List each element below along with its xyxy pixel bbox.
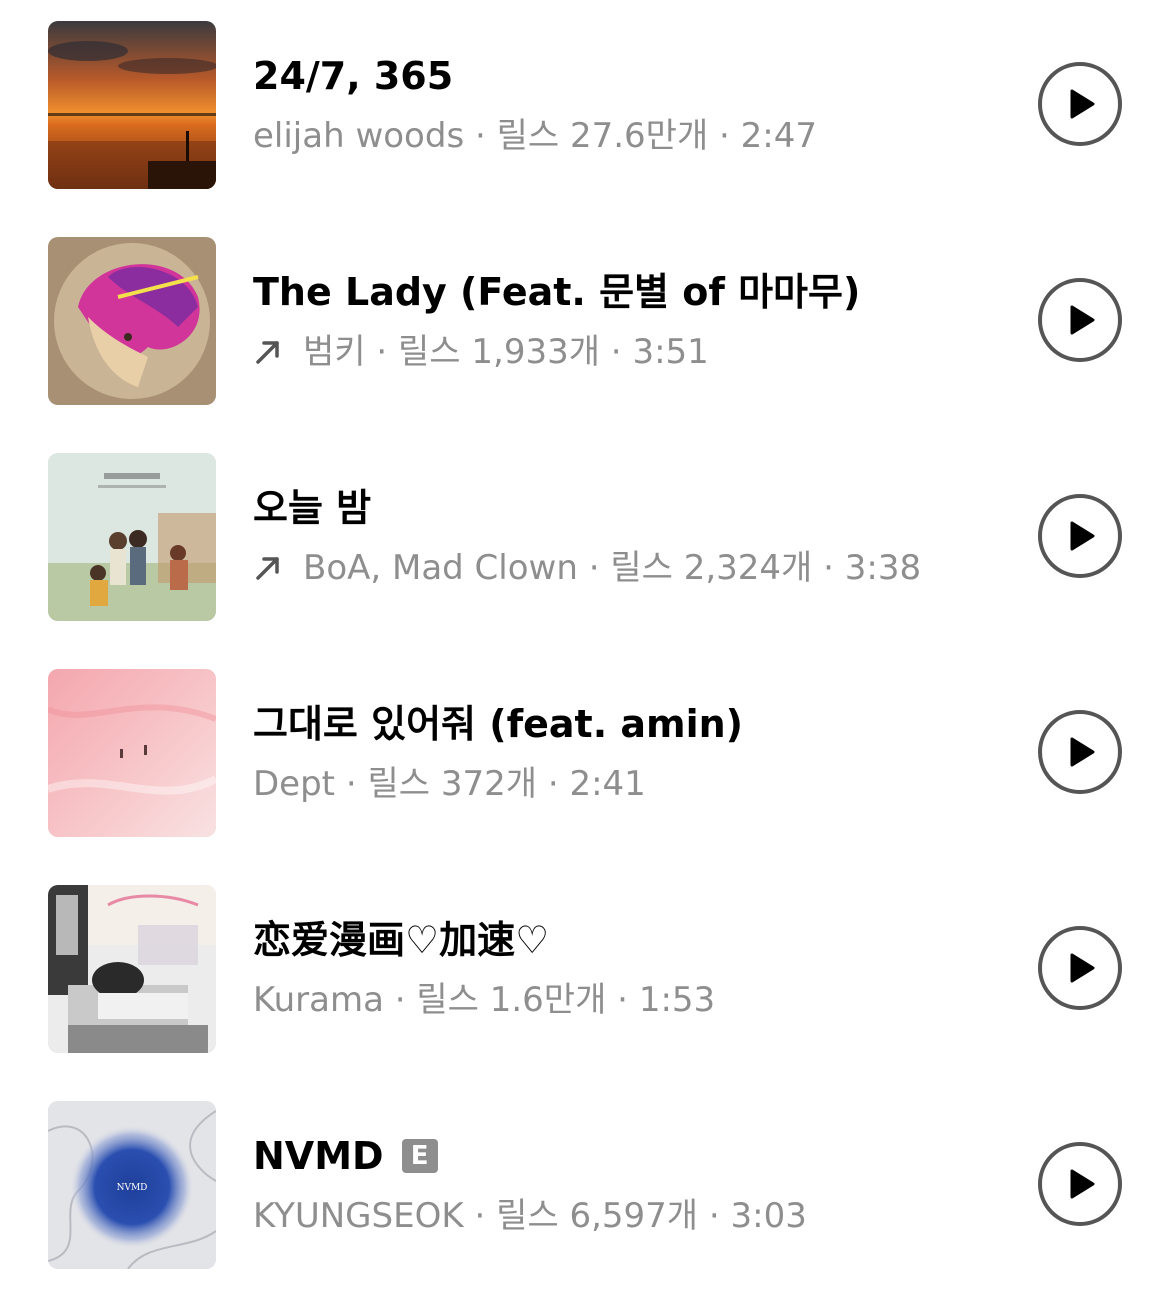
meta-separator: · [708, 116, 741, 156]
artist-name[interactable]: Kurama [253, 979, 384, 1021]
album-art: NVMD [48, 1101, 216, 1269]
track-title: 오늘 밤 [253, 486, 1013, 530]
track-duration: 2:41 [569, 764, 646, 804]
album-art [48, 669, 216, 837]
track-duration: 3:03 [730, 1196, 807, 1236]
play-circle-icon [1038, 278, 1122, 362]
trending-arrow-icon [253, 337, 283, 367]
reels-label: 릴스 [496, 116, 560, 156]
play-button[interactable] [1037, 925, 1123, 1011]
meta-space [559, 115, 570, 157]
track-meta: 범키 · 릴스 1,933개 · 3:51 [253, 331, 1013, 373]
track-title: 24/7, 365 [253, 54, 1013, 98]
play-circle-icon [1038, 62, 1122, 146]
artist-name[interactable]: KYUNGSEOK [253, 1195, 464, 1237]
explicit-badge: E [401, 1139, 438, 1173]
track-duration: 3:51 [632, 332, 709, 372]
track-title-text: 그대로 있어줘 (feat. amin) [253, 702, 744, 746]
play-button[interactable] [1037, 709, 1123, 795]
track-row[interactable]: 恋爱漫画♡加速♡ Kurama · 릴스 1.6만개 · 1:53 [0, 864, 1170, 1080]
track-title: NVMD E [253, 1134, 1013, 1178]
track-title-text: 오늘 밤 [253, 486, 372, 530]
track-title-text: NVMD [253, 1134, 384, 1178]
album-art [48, 453, 216, 621]
play-circle-icon [1038, 710, 1122, 794]
track-meta: KYUNGSEOK · 릴스 6,597개 · 3:03 [253, 1195, 1013, 1237]
reels-count: 2,324개 [683, 548, 813, 588]
pink-field-cover [48, 669, 216, 837]
meta-space [479, 979, 490, 1021]
reels-count: 372개 [440, 764, 538, 804]
drama-ost-cover [48, 453, 216, 621]
track-title-text: The Lady (Feat. 문별 of 마마무) [253, 270, 861, 314]
track-duration: 2:47 [740, 116, 818, 156]
sunset-lake-cover [48, 21, 216, 189]
track-list: 24/7, 365 elijah woods · 릴스 27.6만개 · 2:4… [0, 0, 1170, 1316]
track-meta: elijah woods · 릴스 27.6만개 · 2:47 [253, 115, 1013, 157]
meta-separator: · [606, 980, 639, 1020]
track-row[interactable]: The Lady (Feat. 문별 of 마마무) 범키 · 릴스 1,933… [0, 216, 1170, 432]
track-title: The Lady (Feat. 문별 of 마마무) [253, 270, 1013, 314]
meta-separator: · [365, 332, 398, 372]
meta-separator: · [600, 332, 633, 372]
reels-label: 릴스 [416, 980, 479, 1020]
meta-separator: · [537, 764, 570, 804]
meta-space [559, 1195, 570, 1237]
track-row[interactable]: 오늘 밤 BoA, Mad Clown · 릴스 2,324개 · 3:38 [0, 432, 1170, 648]
track-row[interactable]: NVMD NVMD E KYUNGSEOK · 릴스 6,597개 · 3:03 [0, 1080, 1170, 1296]
track-title-text: 恋爱漫画♡加速♡ [253, 918, 550, 962]
reels-count: 27.6만개 [569, 116, 709, 156]
play-button[interactable] [1037, 61, 1123, 147]
play-button[interactable] [1037, 1141, 1123, 1227]
track-title-text: 24/7, 365 [253, 54, 454, 98]
meta-separator: · [335, 764, 368, 804]
artist-name[interactable]: Dept [253, 763, 335, 805]
reels-label: 릴스 [496, 1196, 559, 1236]
album-art [48, 21, 216, 189]
track-title: 그대로 있어줘 (feat. amin) [253, 702, 1013, 746]
track-duration: 1:53 [638, 980, 716, 1020]
meta-separator: · [383, 980, 417, 1020]
artist-name[interactable]: BoA, Mad Clown [303, 547, 578, 589]
reels-count: 1.6만개 [489, 980, 607, 1020]
track-title: 恋爱漫画♡加速♡ [253, 918, 1013, 962]
track-meta: Kurama · 릴스 1.6만개 · 1:53 [253, 979, 1013, 1021]
play-circle-icon [1038, 926, 1122, 1010]
artist-name[interactable]: 범키 [303, 331, 366, 373]
reels-label: 릴스 [367, 764, 431, 804]
meta-space [673, 547, 684, 589]
track-row[interactable]: 그대로 있어줘 (feat. amin) Dept · 릴스 372개 · 2:… [0, 648, 1170, 864]
track-meta: BoA, Mad Clown · 릴스 2,324개 · 3:38 [253, 547, 1013, 589]
meta-separator: · [463, 1196, 497, 1236]
album-art [48, 237, 216, 405]
meta-separator: · [577, 548, 611, 588]
track-duration: 3:38 [844, 548, 922, 588]
play-circle-icon [1038, 494, 1122, 578]
cover-text: NVMD [117, 1183, 148, 1193]
reels-label: 릴스 [398, 332, 461, 372]
meta-separator: · [812, 548, 845, 588]
play-button[interactable] [1037, 277, 1123, 363]
album-art [48, 885, 216, 1053]
reels-count: 6,597개 [569, 1196, 699, 1236]
play-button[interactable] [1037, 493, 1123, 579]
track-row[interactable]: 24/7, 365 elijah woods · 릴스 27.6만개 · 2:4… [0, 0, 1170, 216]
reels-count: 1,933개 [471, 332, 600, 372]
reels-label: 릴스 [610, 548, 673, 588]
meta-separator: · [464, 116, 497, 156]
meta-space [461, 331, 472, 373]
track-meta: Dept · 릴스 372개 · 2:41 [253, 763, 1013, 805]
play-circle-icon [1038, 1142, 1122, 1226]
illustrated-portrait-cover [48, 237, 216, 405]
meta-space [430, 763, 441, 805]
manga-classroom-cover [48, 885, 216, 1053]
trending-arrow-icon [253, 553, 283, 583]
blue-blur-cover: NVMD [48, 1101, 216, 1269]
meta-separator: · [698, 1196, 731, 1236]
artist-name[interactable]: elijah woods [253, 115, 464, 157]
